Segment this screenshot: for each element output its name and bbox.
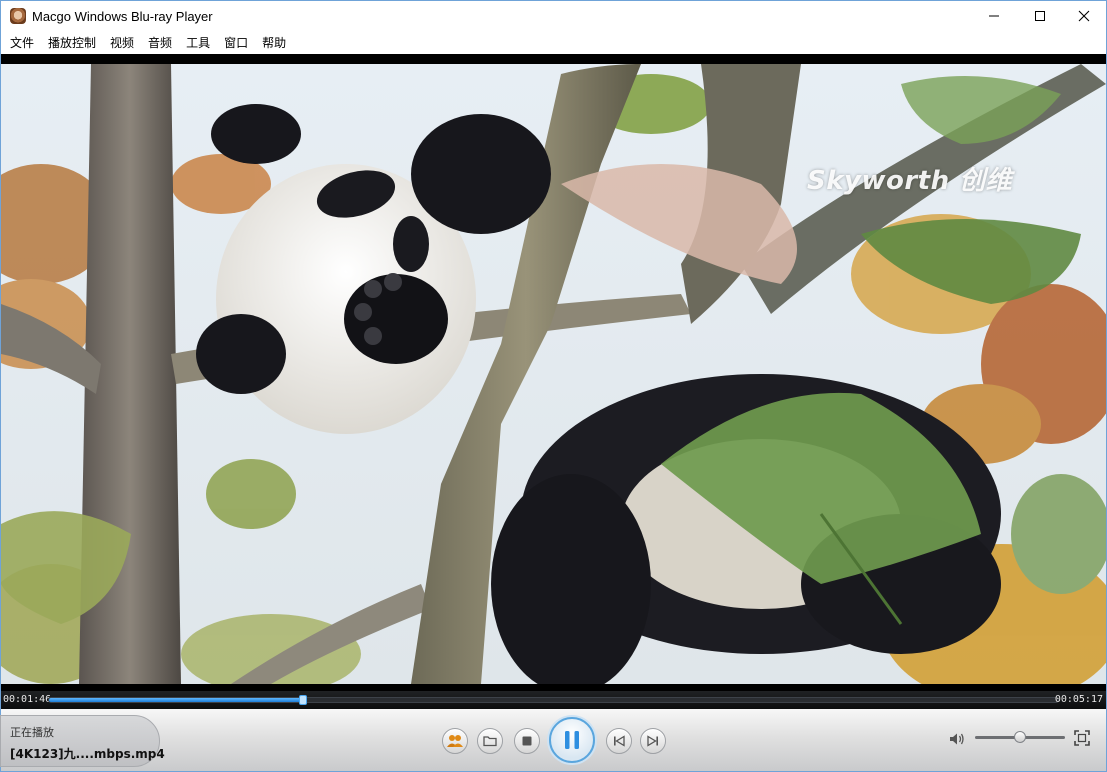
control-bar: 正在播放 [4K123]九....mbps.mp4 <box>0 709 1106 771</box>
minimize-button[interactable] <box>971 1 1017 31</box>
app-logo-icon <box>10 8 26 24</box>
window-title: Macgo Windows Blu-ray Player <box>32 8 213 24</box>
previous-icon <box>614 735 625 747</box>
pause-icon <box>565 731 579 749</box>
volume-button[interactable] <box>947 729 967 749</box>
fullscreen-icon <box>1074 730 1090 746</box>
fullscreen-button[interactable] <box>1072 728 1092 748</box>
title-bar: Macgo Windows Blu-ray Player <box>1 1 1106 31</box>
volume-icon <box>950 733 964 745</box>
video-frame-image: Skyworth 创维 <box>1 64 1106 684</box>
now-playing-panel: 正在播放 [4K123]九....mbps.mp4 <box>0 715 165 767</box>
now-playing-filename: [4K123]九....mbps.mp4 <box>10 747 165 761</box>
video-area[interactable]: Skyworth 创维 <box>1 54 1106 691</box>
volume-slider-thumb[interactable] <box>1014 731 1026 743</box>
progress-strip: 00:01:46 00:05:17 <box>1 691 1106 709</box>
close-icon <box>1078 10 1090 22</box>
open-file-button[interactable] <box>477 728 503 754</box>
menu-video[interactable]: 视频 <box>103 32 141 53</box>
stop-button[interactable] <box>514 728 540 754</box>
video-watermark: Skyworth 创维 <box>807 166 1013 196</box>
community-button[interactable] <box>442 728 468 754</box>
pause-button[interactable] <box>549 717 595 763</box>
seek-bar[interactable] <box>48 695 1059 705</box>
menu-bar: 文件 播放控制 视频 音频 工具 窗口 帮助 <box>1 31 1106 54</box>
menu-help[interactable]: 帮助 <box>255 32 293 53</box>
close-button[interactable] <box>1061 1 1107 31</box>
seek-bar-thumb[interactable] <box>299 695 308 705</box>
player-window: Macgo Windows Blu-ray Player 文件 播放控制 视频 … <box>0 0 1107 772</box>
maximize-button[interactable] <box>1017 1 1063 31</box>
minimize-icon <box>989 15 999 17</box>
open-folder-icon <box>483 736 497 747</box>
previous-button[interactable] <box>606 728 632 754</box>
seek-bar-fill <box>49 698 304 702</box>
now-playing-label: 正在播放 <box>10 726 54 739</box>
next-button[interactable] <box>640 728 666 754</box>
maximize-icon <box>1035 11 1045 21</box>
community-icon <box>447 735 463 747</box>
next-icon <box>647 735 658 747</box>
video-scene <box>1 64 1106 684</box>
current-time: 00:01:46 <box>3 694 52 705</box>
menu-audio[interactable]: 音频 <box>141 32 179 53</box>
total-time: 00:05:17 <box>1054 694 1103 705</box>
stop-icon <box>522 736 532 746</box>
menu-file[interactable]: 文件 <box>3 32 41 53</box>
menu-tools[interactable]: 工具 <box>179 32 217 53</box>
menu-playback-control[interactable]: 播放控制 <box>41 32 103 53</box>
menu-window[interactable]: 窗口 <box>217 32 255 53</box>
